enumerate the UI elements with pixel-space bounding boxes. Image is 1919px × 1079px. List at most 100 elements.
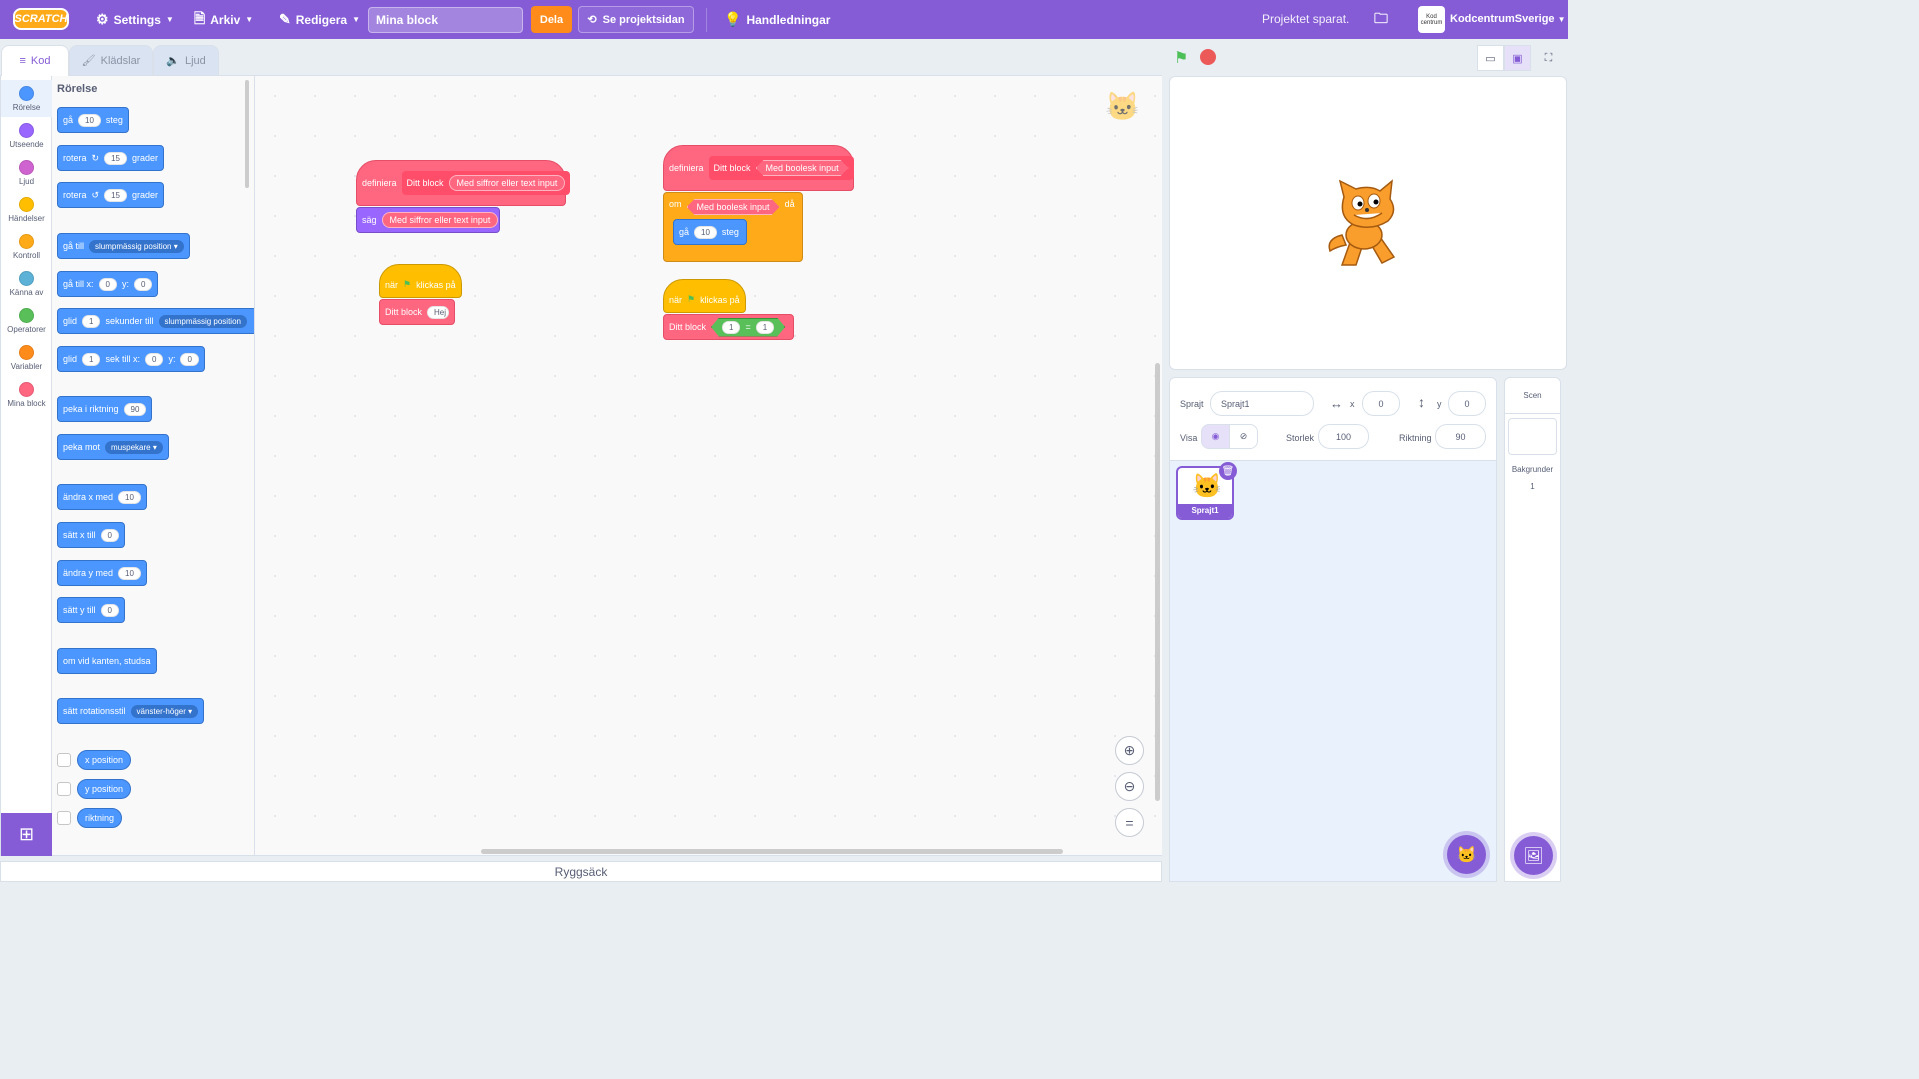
fullscreen-button[interactable]: ⛶ <box>1535 45 1562 71</box>
reporter-checkbox[interactable] <box>57 782 71 796</box>
show-sprite-button[interactable]: ◉ <box>1201 424 1230 449</box>
scratch-logo[interactable]: SCRATCH <box>13 8 69 30</box>
when-flag-clicked-block[interactable]: när ⚑ klickas på <box>379 264 462 298</box>
block-turn-left[interactable]: rotera ↺ 15 grader <box>57 182 164 208</box>
boolean-argument-reporter[interactable]: Med boolesk input <box>756 160 849 176</box>
reporter-checkbox[interactable] <box>57 753 71 767</box>
zoom-in-button[interactable]: ⊕ <box>1115 736 1144 765</box>
category-motion[interactable]: Rörelse <box>1 80 52 117</box>
share-button[interactable]: Dela <box>531 6 572 33</box>
block-number-input[interactable]: 10 <box>118 490 141 504</box>
zoom-out-button[interactable]: ⊖ <box>1115 772 1144 801</box>
argument-reporter[interactable]: Med siffror eller text input <box>381 212 499 228</box>
block-go-to-xy[interactable]: gå till x: 0 y: 0 <box>57 271 159 297</box>
zoom-reset-button[interactable]: = <box>1115 808 1144 837</box>
avatar[interactable]: Kod centrum <box>1418 6 1445 33</box>
file-menu[interactable]: 🗎 Arkiv ▼ <box>194 0 253 39</box>
category-variables[interactable]: Variabler <box>1 339 52 376</box>
when-flag-clicked-block[interactable]: när ⚑ klickas på <box>663 279 746 313</box>
block-number-input[interactable]: 0 <box>180 352 199 366</box>
block-number-input[interactable]: 0 <box>100 603 119 617</box>
block-number-input[interactable]: 15 <box>104 188 127 202</box>
block-bounce[interactable]: om vid kanten, studsa <box>57 648 157 674</box>
custom-block-call[interactable]: Ditt block Hej <box>379 299 455 325</box>
add-extension-button[interactable]: ⊞ <box>1 813 52 856</box>
custom-block-call[interactable]: Ditt block 1 = 1 <box>663 314 794 340</box>
block-move-steps[interactable]: gå 10 steg <box>57 107 129 133</box>
block-number-input[interactable]: 0 <box>144 352 164 366</box>
block-number-input[interactable]: 0 <box>98 277 117 291</box>
palette-scrollbar[interactable] <box>245 80 249 188</box>
block-number-input[interactable]: 0 <box>133 277 153 291</box>
backpack[interactable]: Ryggsäck <box>0 861 1162 882</box>
cat-sprite[interactable] <box>1322 177 1410 273</box>
move-steps-block[interactable]: gå 10 steg <box>673 219 747 245</box>
delete-sprite-button[interactable]: 🗑 <box>1219 462 1237 480</box>
see-project-page-button[interactable]: ⟲ Se projektsidan <box>578 6 694 33</box>
account-menu[interactable]: KodcentrumSverige ▼ <box>1450 0 1566 39</box>
block-number-input[interactable]: 10 <box>694 225 717 239</box>
block-change-x[interactable]: ändra x med 10 <box>57 484 147 510</box>
category-control[interactable]: Kontroll <box>1 228 52 265</box>
y-position-input[interactable]: 0 <box>1448 391 1486 416</box>
category-sound[interactable]: Ljud <box>1 154 52 191</box>
block-number-input[interactable]: 0 <box>100 528 119 542</box>
text-input[interactable]: Hej <box>427 305 449 319</box>
tab-code[interactable]: ≡ Kod <box>1 45 69 76</box>
workspace-horizontal-scrollbar[interactable] <box>481 849 1063 854</box>
reporter-checkbox[interactable] <box>57 811 71 825</box>
block-set-y[interactable]: sätt y till 0 <box>57 597 125 623</box>
block-number-input[interactable]: 1 <box>82 352 101 366</box>
category-my-blocks[interactable]: Mina block <box>1 376 52 413</box>
direction-input[interactable]: 90 <box>1435 424 1486 449</box>
block-number-input[interactable]: 10 <box>118 566 141 580</box>
block-point-direction[interactable]: peka i riktning 90 <box>57 396 153 422</box>
block-number-input[interactable]: 1 <box>82 314 101 328</box>
settings-menu[interactable]: ⚙ Settings ▼ <box>96 0 174 39</box>
edit-menu[interactable]: ✎ Redigera ▼ <box>279 0 360 39</box>
boolean-argument-reporter[interactable]: Med boolesk input <box>687 199 780 215</box>
reporter-y-position[interactable]: y position <box>77 779 132 799</box>
define-block[interactable]: definiera Ditt block Med siffror eller t… <box>356 160 571 206</box>
choose-backdrop-button[interactable]: 🖼 <box>1514 836 1553 875</box>
block-set-x[interactable]: sätt x till 0 <box>57 522 125 548</box>
block-dropdown[interactable]: slumpmässig position ▾ <box>89 239 184 253</box>
category-events[interactable]: Händelser <box>1 191 52 228</box>
choose-sprite-button[interactable]: 🐱 <box>1447 835 1486 874</box>
block-turn-right[interactable]: rotera ↻ 15 grader <box>57 145 164 171</box>
normal-stage-button[interactable]: ▣ <box>1504 45 1531 71</box>
equals-operator-block[interactable]: 1 = 1 <box>711 318 785 337</box>
block-point-towards[interactable]: peka mot muspekare ▾ <box>57 434 169 460</box>
define-block[interactable]: definiera Ditt block Med boolesk input <box>663 145 854 191</box>
category-looks[interactable]: Utseende <box>1 117 52 154</box>
tab-costumes[interactable]: 🖌 Klädslar <box>69 45 153 75</box>
block-number-input[interactable]: 90 <box>123 402 147 416</box>
stop-button[interactable] <box>1200 49 1216 65</box>
block-number-input[interactable]: 1 <box>756 321 774 334</box>
block-change-y[interactable]: ändra y med 10 <box>57 560 147 586</box>
hide-sprite-button[interactable]: ⊘ <box>1229 424 1258 449</box>
script-workspace[interactable]: 🐱 definiera Ditt block Med siffror eller… <box>255 76 1162 855</box>
tutorials-button[interactable]: 💡 Handledningar <box>724 0 830 39</box>
block-number-input[interactable]: 1 <box>722 321 740 334</box>
project-title-input[interactable]: Mina block <box>368 7 523 33</box>
block-rotation-style[interactable]: sätt rotationsstil vänster-höger ▾ <box>57 698 205 724</box>
workspace-vertical-scrollbar[interactable] <box>1155 363 1160 801</box>
reporter-direction[interactable]: riktning <box>77 808 123 828</box>
my-stuff-button[interactable]: 🗀 <box>1374 0 1388 39</box>
block-dropdown[interactable]: vänster-höger ▾ <box>130 704 199 718</box>
sprite-name-input[interactable]: Sprajt1 <box>1210 391 1314 416</box>
backdrop-thumbnail[interactable] <box>1508 418 1557 455</box>
category-sensing[interactable]: Känna av <box>1 265 52 302</box>
tab-sounds[interactable]: 🔈 Ljud <box>153 45 219 75</box>
block-number-input[interactable]: 10 <box>78 113 101 127</box>
block-glide-xy[interactable]: glid 1 sek till x: 0 y: 0 <box>57 346 205 372</box>
say-block[interactable]: säg Med siffror eller text input <box>356 207 500 233</box>
stage-selector[interactable]: Scen Bakgrunder 1 🖼 <box>1504 377 1561 882</box>
small-stage-button[interactable]: ▭ <box>1477 45 1504 71</box>
block-dropdown[interactable]: slumpmässig position <box>158 314 247 328</box>
argument-reporter[interactable]: Med siffror eller text input <box>448 175 566 191</box>
x-position-input[interactable]: 0 <box>1362 391 1400 416</box>
block-glide-to[interactable]: glid 1 sekunder till slumpmässig position <box>57 308 254 334</box>
block-number-input[interactable]: 15 <box>104 151 127 165</box>
